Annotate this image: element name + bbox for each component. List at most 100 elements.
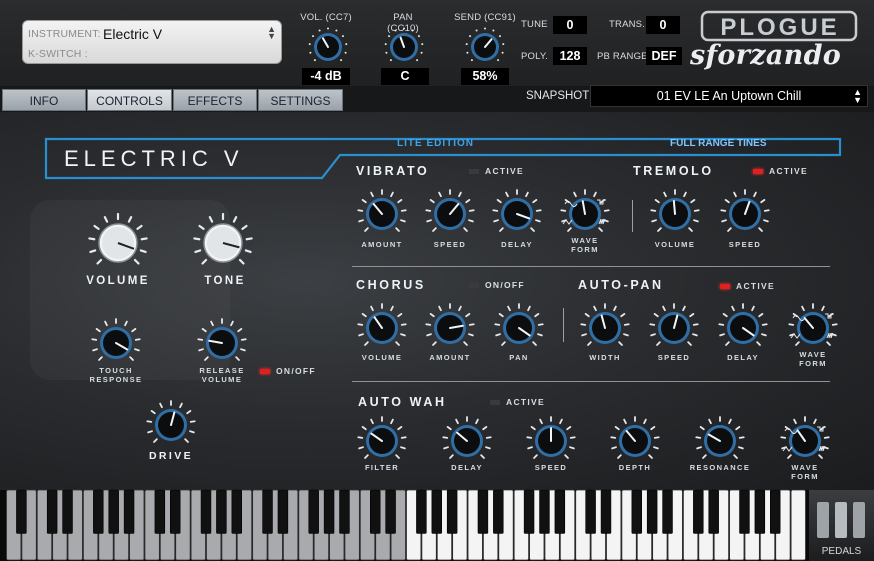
black-key[interactable] <box>662 489 673 534</box>
autowah-delay-knob[interactable] <box>442 416 492 466</box>
black-key[interactable] <box>708 489 719 534</box>
piano-keyboard[interactable] <box>6 489 806 561</box>
tone-knob[interactable] <box>193 212 253 273</box>
vibrato-amount-knob[interactable] <box>357 189 407 239</box>
black-key[interactable] <box>385 489 396 534</box>
release-volume-knob[interactable] <box>197 318 247 368</box>
pbrange-label: PB RANGE <box>597 51 648 62</box>
poly-value[interactable]: 128 <box>553 47 587 65</box>
black-key[interactable] <box>693 489 704 534</box>
chorus-title: CHORUS <box>356 278 426 292</box>
release-led <box>260 369 270 375</box>
black-key[interactable] <box>416 489 427 534</box>
autopan-speed-knob[interactable] <box>649 303 699 353</box>
autowah-waveform-label: WAVE FORM <box>791 463 819 481</box>
volume-main-knob[interactable] <box>88 212 148 273</box>
black-key[interactable] <box>754 489 766 534</box>
black-key[interactable] <box>600 489 612 534</box>
black-key[interactable] <box>123 489 135 534</box>
tab-settings[interactable]: SETTINGS <box>258 89 343 111</box>
logo-top-text: PLOGUE <box>720 14 839 41</box>
tremolo-volume-knob[interactable] <box>650 189 700 239</box>
tab-effects[interactable]: EFFECTS <box>173 89 257 111</box>
release-onoff-switch[interactable]: ON/OFF <box>260 367 316 376</box>
black-key[interactable] <box>170 489 181 534</box>
black-key[interactable] <box>93 489 104 534</box>
chorus-amount-knob[interactable] <box>425 303 475 353</box>
volume-knob[interactable] <box>308 27 348 67</box>
tab-info[interactable]: INFO <box>2 89 86 111</box>
tremolo-speed-knob[interactable] <box>720 189 770 239</box>
black-key[interactable] <box>108 489 119 534</box>
black-key[interactable] <box>585 489 596 534</box>
poly-label: POLY. <box>521 51 549 62</box>
instrument-arrows-icon[interactable]: ▲ ▼ <box>267 25 276 41</box>
black-key[interactable] <box>477 489 489 534</box>
pan-knob[interactable] <box>384 27 424 67</box>
autowah-depth-knob[interactable] <box>610 416 660 466</box>
black-key[interactable] <box>200 489 212 534</box>
vibrato-active-switch[interactable]: ACTIVE <box>469 167 524 176</box>
autowah-delay-label: DELAY <box>451 463 483 472</box>
black-key[interactable] <box>216 489 227 534</box>
touch-response-knob[interactable] <box>91 318 141 368</box>
black-key[interactable] <box>446 489 458 534</box>
black-key[interactable] <box>539 489 550 534</box>
tremolo-speed-label: SPEED <box>728 240 762 249</box>
vibrato-delay-knob[interactable] <box>492 189 542 239</box>
autopan-delay-knob[interactable] <box>718 303 768 353</box>
autowah-filter-knob[interactable] <box>357 416 407 466</box>
drive-knob[interactable] <box>146 400 196 450</box>
send-knob[interactable] <box>465 27 505 67</box>
pedals-label: PEDALS <box>821 546 862 557</box>
chorus-volume-knob[interactable] <box>357 303 407 353</box>
black-key[interactable] <box>631 489 642 534</box>
autowah-waveform-knob[interactable] <box>780 416 830 466</box>
autopan-waveform-knob[interactable] <box>788 303 838 353</box>
pedals-panel[interactable]: PEDALS <box>809 490 874 561</box>
trans-label: TRANS. <box>609 19 646 30</box>
black-key[interactable] <box>339 489 350 534</box>
black-key[interactable] <box>308 489 319 534</box>
trans-value[interactable]: 0 <box>646 16 680 34</box>
tab-controls[interactable]: CONTROLS <box>87 89 172 111</box>
chorus-pan-knob[interactable] <box>494 303 544 353</box>
black-key[interactable] <box>646 489 658 534</box>
white-key[interactable] <box>790 489 806 561</box>
black-key[interactable] <box>277 489 289 534</box>
vibrato-waveform-knob[interactable] <box>560 189 610 239</box>
vibrato-speed-knob[interactable] <box>425 189 475 239</box>
black-key[interactable] <box>46 489 58 534</box>
section-divider-2 <box>352 381 830 382</box>
black-key[interactable] <box>154 489 166 534</box>
tremolo-volume-label: VOLUME <box>654 240 696 249</box>
black-key[interactable] <box>523 489 535 534</box>
autopan-width-knob[interactable] <box>580 303 630 353</box>
black-key[interactable] <box>62 489 73 534</box>
tune-value[interactable]: 0 <box>553 16 587 34</box>
black-key[interactable] <box>370 489 381 534</box>
chorus-onoff-switch[interactable]: ON/OFF <box>469 281 525 290</box>
snapshot-selector[interactable]: 01 EV LE An Uptown Chill ▲ ▼ <box>590 85 868 107</box>
tremolo-active-switch[interactable]: ACTIVE <box>753 167 808 176</box>
black-key[interactable] <box>323 489 335 534</box>
black-key[interactable] <box>231 489 242 534</box>
autowah-speed-knob[interactable] <box>526 416 576 466</box>
chorus-amount-label: AMOUNT <box>429 353 471 362</box>
autowah-active-switch[interactable]: ACTIVE <box>490 398 545 407</box>
black-key[interactable] <box>431 489 442 534</box>
snapshot-arrows-icon[interactable]: ▲ ▼ <box>853 88 862 105</box>
autopan-delay-label: DELAY <box>727 353 759 362</box>
black-key[interactable] <box>16 489 27 534</box>
instrument-selector[interactable]: INSTRUMENT: Electric V K-SWITCH : ▲ ▼ <box>22 20 282 64</box>
black-key[interactable] <box>262 489 273 534</box>
vibrato-divider <box>632 200 633 232</box>
autopan-active-switch[interactable]: ACTIVE <box>720 282 775 291</box>
pbrange-value[interactable]: DEF <box>646 47 682 65</box>
black-key[interactable] <box>739 489 750 534</box>
autowah-resonance-knob[interactable] <box>695 416 745 466</box>
black-key[interactable] <box>493 489 504 534</box>
black-key[interactable] <box>554 489 566 534</box>
touch-response-label: TOUCH RESPONSE <box>89 366 143 384</box>
black-key[interactable] <box>770 489 781 534</box>
